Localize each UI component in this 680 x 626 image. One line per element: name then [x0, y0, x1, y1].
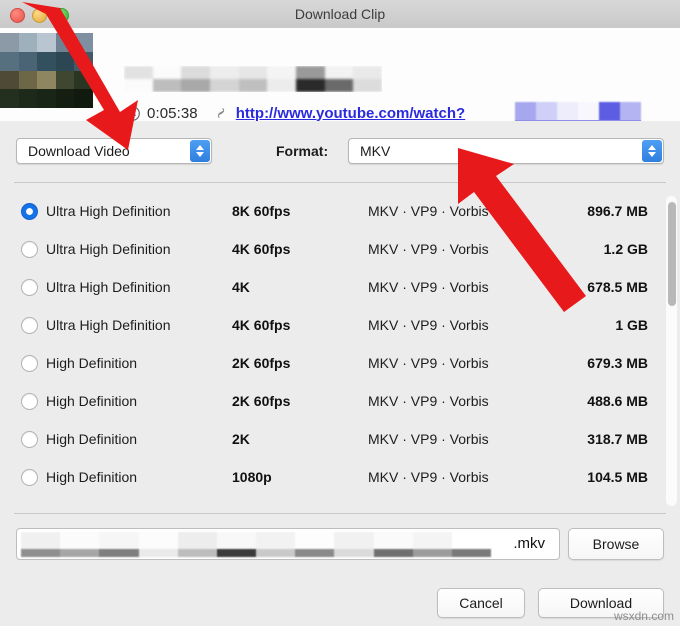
quality-resolution: 4K 60fps: [232, 241, 290, 257]
quality-radio[interactable]: [21, 469, 38, 486]
chevron-updown-icon[interactable]: [190, 140, 210, 162]
quality-resolution: 2K 60fps: [232, 393, 290, 409]
watermark: wsxdn.com: [614, 609, 674, 623]
quality-size: 104.5 MB: [500, 469, 648, 485]
quality-radio[interactable]: [21, 355, 38, 372]
quality-definition: High Definition: [46, 469, 137, 485]
clip-url-link[interactable]: http://www.youtube.com/watch?: [236, 105, 465, 122]
format-label: Format:: [276, 138, 328, 164]
quality-size: 488.6 MB: [500, 393, 648, 409]
quality-resolution: 4K 60fps: [232, 317, 290, 333]
download-clip-window: Download Clip 0:05:38: [0, 0, 680, 626]
controls-row: Download Video Format: MKV: [0, 121, 680, 185]
quality-definition: High Definition: [46, 393, 137, 409]
quality-row[interactable]: Ultra High Definition 4K 60fps MKV · VP9 ·…: [0, 230, 680, 268]
quality-row[interactable]: High Definition 2K 60fps MKV · VP9 · Vorbi…: [0, 344, 680, 382]
quality-size: 1.2 GB: [500, 241, 648, 257]
format-value: MKV: [360, 139, 390, 163]
browse-button[interactable]: Browse: [568, 528, 664, 560]
quality-size: 896.7 MB: [500, 203, 648, 219]
quality-list-scrollbar[interactable]: [666, 196, 677, 506]
quality-definition: Ultra High Definition: [46, 317, 171, 333]
quality-definition: High Definition: [46, 355, 137, 371]
save-path-extension: .mkv: [513, 529, 545, 559]
quality-definition: Ultra High Definition: [46, 203, 171, 219]
quality-radio[interactable]: [21, 431, 38, 448]
quality-size: 679.3 MB: [500, 355, 648, 371]
quality-radio[interactable]: [21, 393, 38, 410]
quality-resolution: 2K 60fps: [232, 355, 290, 371]
quality-codec: MKV · VP9 · Vorbis: [368, 279, 489, 295]
title-bar: Download Clip: [0, 0, 680, 29]
divider: [14, 513, 666, 514]
scrollbar-thumb[interactable]: [668, 202, 676, 306]
quality-codec: MKV · VP9 · Vorbis: [368, 469, 489, 485]
quality-resolution: 8K 60fps: [232, 203, 290, 219]
quality-row[interactable]: High Definition 2K MKV · VP9 · Vorbis 318.7…: [0, 420, 680, 458]
format-popup[interactable]: MKV: [348, 138, 664, 164]
download-video-popup[interactable]: Download Video: [16, 138, 212, 164]
quality-codec: MKV · VP9 · Vorbis: [368, 241, 489, 257]
clock-icon: [124, 105, 141, 122]
quality-list[interactable]: Ultra High Definition 8K 60fps MKV · VP9 ·…: [0, 192, 680, 512]
quality-resolution: 2K: [232, 431, 250, 447]
divider: [14, 182, 666, 183]
save-path-field[interactable]: .mkv: [16, 528, 560, 560]
quality-codec: MKV · VP9 · Vorbis: [368, 203, 489, 219]
quality-radio[interactable]: [21, 317, 38, 334]
quality-codec: MKV · VP9 · Vorbis: [368, 393, 489, 409]
cancel-button[interactable]: Cancel: [437, 588, 525, 618]
link-icon: [213, 105, 229, 121]
quality-row[interactable]: High Definition 1080p MKV · VP9 · Vorbis 10…: [0, 458, 680, 496]
quality-definition: Ultra High Definition: [46, 279, 171, 295]
quality-row[interactable]: Ultra High Definition 4K MKV · VP9 · Vorbi…: [0, 268, 680, 306]
quality-codec: MKV · VP9 · Vorbis: [368, 317, 489, 333]
quality-row[interactable]: Ultra High Definition 4K 60fps MKV · VP9 ·…: [0, 306, 680, 344]
quality-size: 1 GB: [500, 317, 648, 333]
quality-resolution: 1080p: [232, 469, 272, 485]
quality-size: 678.5 MB: [500, 279, 648, 295]
window-title: Download Clip: [0, 0, 680, 28]
quality-row[interactable]: High Definition 2K 60fps MKV · VP9 · Vorbi…: [0, 382, 680, 420]
quality-size: 318.7 MB: [500, 431, 648, 447]
quality-definition: Ultra High Definition: [46, 241, 171, 257]
video-thumbnail: [0, 33, 93, 108]
clip-header: 0:05:38 http://www.youtube.com/watch?: [0, 28, 680, 122]
clip-duration: 0:05:38: [147, 105, 198, 122]
quality-codec: MKV · VP9 · Vorbis: [368, 355, 489, 371]
save-path-blurred: [21, 532, 491, 557]
quality-radio[interactable]: [21, 203, 38, 220]
video-title-blurred: [124, 66, 382, 92]
quality-radio[interactable]: [21, 279, 38, 296]
chevron-updown-icon[interactable]: [642, 140, 662, 162]
clip-url-blurred-query: [515, 102, 641, 121]
quality-radio[interactable]: [21, 241, 38, 258]
quality-definition: High Definition: [46, 431, 137, 447]
quality-resolution: 4K: [232, 279, 250, 295]
quality-codec: MKV · VP9 · Vorbis: [368, 431, 489, 447]
quality-row[interactable]: Ultra High Definition 8K 60fps MKV · VP9 ·…: [0, 192, 680, 230]
download-video-value: Download Video: [28, 139, 130, 163]
